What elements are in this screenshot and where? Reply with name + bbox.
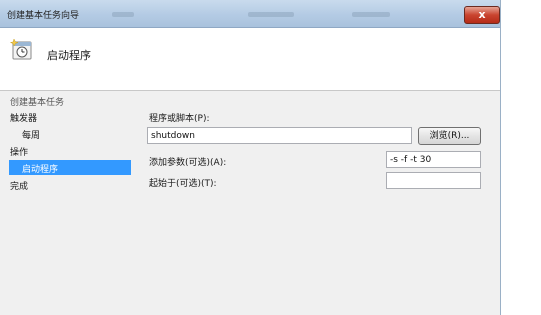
nav-heading: 创建基本任务 (10, 98, 65, 108)
program-label: 程序或脚本(P): (149, 114, 210, 124)
nav-item-weekly[interactable]: 每周 (22, 128, 40, 141)
nav-item-label: 启动程序 (22, 165, 59, 175)
close-button[interactable]: x (464, 6, 500, 24)
nav-item-trigger[interactable]: 触发器 (10, 111, 37, 124)
arguments-label: 添加参数(可选)(A): (149, 158, 227, 168)
title-bar[interactable]: 创建基本任务向导 x (0, 0, 500, 28)
task-scheduler-icon (9, 38, 34, 65)
page-title: 启动程序 (47, 49, 91, 62)
nav-item-start-program[interactable]: 启动程序 (9, 160, 131, 175)
blurred-title-text (352, 12, 390, 17)
browse-button[interactable]: 浏览(R)... (418, 127, 481, 145)
program-input[interactable] (147, 127, 412, 144)
arguments-input[interactable] (386, 151, 481, 168)
start-in-label: 起始于(可选)(T): (149, 179, 217, 189)
start-in-input[interactable] (386, 172, 481, 189)
window-title: 创建基本任务向导 (7, 11, 80, 21)
blurred-title-text (112, 12, 134, 17)
nav-item-action[interactable]: 操作 (10, 145, 28, 158)
task-wizard-window: 创建基本任务向导 x 启动程序 创建基本任务 触发器 每周 操作 启动程序 完成… (0, 0, 501, 315)
close-icon: x (478, 8, 486, 21)
blurred-title-text (248, 12, 294, 17)
nav-item-finish[interactable]: 完成 (10, 179, 28, 192)
